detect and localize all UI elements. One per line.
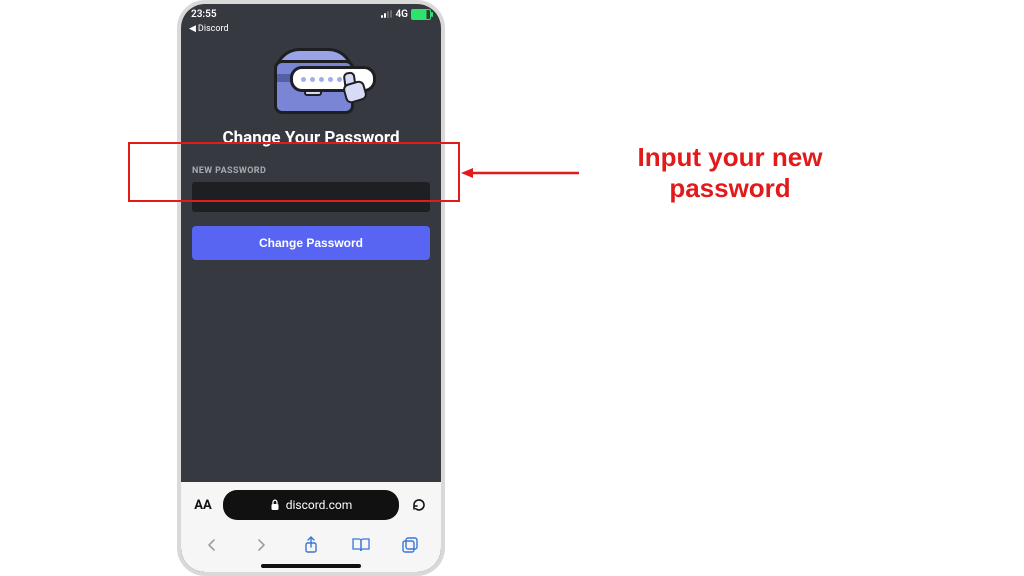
share-icon — [303, 536, 319, 554]
phone-frame: 23:55 4G ◀ Discord — [177, 0, 445, 576]
status-time: 23:55 — [191, 9, 217, 20]
network-label: 4G — [395, 9, 408, 20]
status-bar: 23:55 4G — [181, 4, 441, 24]
new-password-input[interactable] — [192, 182, 430, 212]
tabs-button[interactable] — [400, 535, 420, 555]
annotation-line2: password — [669, 173, 790, 203]
status-right: 4G — [381, 9, 431, 20]
signal-icon — [381, 10, 392, 18]
new-password-label: NEW PASSWORD — [192, 166, 430, 176]
back-to-app-button[interactable]: ◀ Discord — [181, 24, 441, 38]
browser-toolbar — [181, 528, 441, 562]
url-row: AA discord.com — [181, 482, 441, 528]
password-chest-illustration — [252, 46, 370, 118]
address-bar-domain: discord.com — [286, 498, 353, 512]
book-icon — [351, 537, 371, 553]
reload-button[interactable] — [407, 492, 431, 518]
new-password-field-wrap: NEW PASSWORD — [192, 166, 430, 212]
chevron-left-icon: ◀ — [189, 24, 196, 34]
nav-forward-button[interactable] — [251, 535, 271, 555]
pointing-hand-icon — [342, 72, 368, 102]
browser-chrome: AA discord.com — [181, 482, 441, 572]
lock-icon — [270, 499, 280, 511]
tabs-icon — [401, 536, 419, 554]
content-area: Change Your Password NEW PASSWORD Change… — [181, 40, 441, 482]
address-bar[interactable]: discord.com — [223, 490, 399, 520]
phone-screen: 23:55 4G ◀ Discord — [181, 4, 441, 572]
chevron-left-icon — [205, 538, 219, 552]
annotation-line1: Input your new — [638, 142, 823, 172]
change-password-button[interactable]: Change Password — [192, 226, 430, 260]
home-indicator[interactable] — [261, 564, 361, 568]
chevron-right-icon — [254, 538, 268, 552]
share-button[interactable] — [301, 535, 321, 555]
nav-back-button[interactable] — [202, 535, 222, 555]
text-size-button[interactable]: AA — [191, 498, 215, 513]
reload-icon — [410, 496, 428, 514]
bookmarks-button[interactable] — [351, 535, 371, 555]
callout-arrow-icon — [461, 168, 581, 178]
back-to-app-label: Discord — [198, 24, 229, 34]
battery-icon — [411, 9, 431, 20]
annotation-text: Input your new password — [590, 142, 870, 204]
page-title: Change Your Password — [222, 128, 399, 148]
